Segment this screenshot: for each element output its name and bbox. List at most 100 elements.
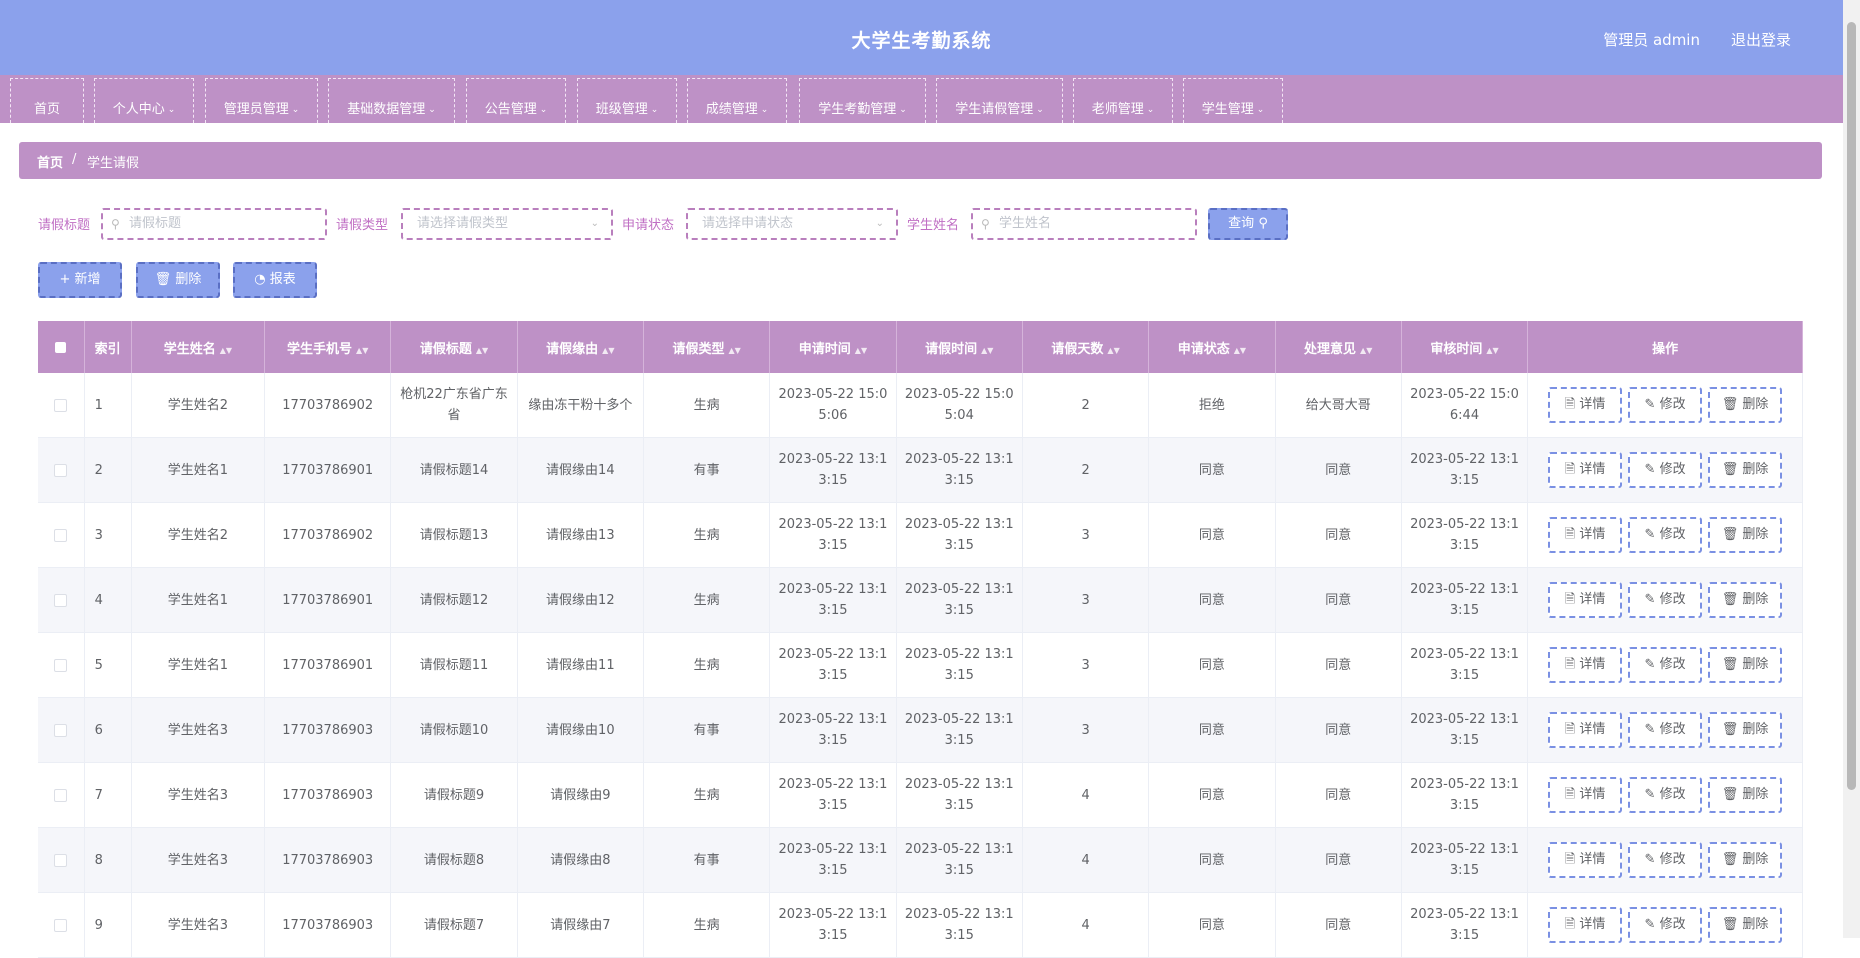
breadcrumb-current: 学生请假 — [87, 156, 140, 171]
table-row: 3 学生姓名2 17703786902 请假标题13 请假缘由13 生病 2023-05-2… — [38, 502, 1803, 568]
edit-button[interactable]: ✎ 修改 — [1628, 452, 1703, 488]
logout-link[interactable]: 退出登录 — [1731, 29, 1791, 50]
table-cell: 2023-05-22 13:13:15 — [896, 437, 1023, 503]
column-header-sortable[interactable]: 请假天数 ▲▼ — [1022, 321, 1150, 373]
detail-button[interactable]: 🗎 详情 — [1548, 517, 1623, 553]
student-name-placeholder: 学生姓名 — [999, 216, 1052, 231]
row-checkbox[interactable] — [38, 567, 85, 633]
row-checkbox[interactable] — [38, 373, 85, 438]
query-button[interactable]: 查询 ⚲ — [1208, 208, 1288, 240]
search-title-input[interactable]: ⚲ 请假标题 — [101, 208, 327, 240]
detail-button[interactable]: 🗎 详情 — [1548, 647, 1623, 683]
row-checkbox[interactable] — [38, 827, 85, 893]
trash-icon: 🗑 — [1721, 592, 1743, 607]
column-header-sortable[interactable]: 请假类型 ▲▼ — [643, 321, 771, 373]
document-icon: 🗎 — [1564, 917, 1580, 932]
column-header-sortable[interactable]: 请假缘由 ▲▼ — [517, 321, 644, 373]
breadcrumb-home[interactable]: 首页 — [37, 152, 63, 171]
column-header-sortable[interactable]: 申请状态 ▲▼ — [1148, 321, 1276, 373]
delete-button[interactable]: 🗑 删除 — [1708, 452, 1783, 488]
detail-button[interactable]: 🗎 详情 — [1548, 452, 1623, 488]
table-cell: 2023-05-22 15:06:44 — [1401, 373, 1529, 438]
nav-item-admin[interactable]: 管理员管理 ⌄ — [205, 78, 318, 123]
edit-button[interactable]: ✎ 修改 — [1628, 387, 1703, 423]
column-header-sortable[interactable]: 学生姓名 ▲▼ — [131, 321, 266, 373]
table-cell: 同意 — [1275, 437, 1402, 503]
document-icon: 🗎 — [1564, 397, 1580, 412]
detail-button[interactable]: 🗎 详情 — [1548, 712, 1623, 748]
nav-item-score[interactable]: 成绩管理 ⌄ — [687, 78, 787, 123]
row-checkbox[interactable] — [38, 437, 85, 503]
delete-button[interactable]: 🗑 删除 — [1708, 582, 1783, 618]
table-cell: 请假标题12 — [390, 567, 518, 633]
table-cell: 有事 — [643, 437, 771, 503]
nav-item-attendance[interactable]: 学生考勤管理 ⌄ — [799, 78, 926, 123]
column-header-sortable[interactable]: 请假时间 ▲▼ — [896, 321, 1023, 373]
page-scrollbar[interactable] — [1843, 0, 1860, 938]
row-checkbox[interactable] — [38, 632, 85, 698]
delete-button[interactable]: 🗑 删除 — [1708, 517, 1783, 553]
detail-button[interactable]: 🗎 详情 — [1548, 582, 1623, 618]
chevron-down-icon: ⌄ — [291, 105, 300, 115]
table-cell: 4 — [1022, 827, 1150, 893]
edit-button[interactable]: ✎ 修改 — [1628, 517, 1703, 553]
edit-button[interactable]: ✎ 修改 — [1628, 842, 1703, 878]
column-header-sortable[interactable]: 申请时间 ▲▼ — [769, 321, 897, 373]
table-cell: 2023-05-22 15:05:04 — [896, 373, 1023, 438]
table-cell: 学生姓名3 — [131, 697, 266, 763]
edit-button[interactable]: ✎ 修改 — [1628, 582, 1703, 618]
column-header-sortable[interactable]: 处理意见 ▲▼ — [1275, 321, 1402, 373]
add-button[interactable]: + 新增 — [38, 262, 122, 298]
nav-item-label: 管理员管理 — [223, 102, 289, 117]
table-header-row: 索引 学生姓名 ▲▼ 学生手机号 ▲▼ 请假标题 ▲▼ 请假缘由 ▲▼ 请假类型 ▲▼ 申… — [38, 321, 1803, 373]
nav-item-student[interactable]: 学生管理 ⌄ — [1183, 78, 1283, 123]
table-row: 1 学生姓名2 17703786902 枪机22广东省广东省 缘由冻干粉十多个 生病 202… — [38, 373, 1803, 438]
trash-icon: 🗑 — [1721, 917, 1743, 932]
leave-type-select[interactable]: 请选择请假类型 ⌄ — [401, 208, 613, 240]
report-button[interactable]: ◔ 报表 — [233, 262, 317, 298]
table-cell: 同意 — [1148, 762, 1276, 828]
nav-item-teacher[interactable]: 老师管理 ⌄ — [1073, 78, 1173, 123]
scrollbar-thumb[interactable] — [1847, 22, 1856, 790]
delete-button[interactable]: 🗑 删除 — [1708, 387, 1783, 423]
report-button-label: 报表 — [269, 272, 296, 287]
table-cell: 3 — [1022, 567, 1150, 633]
edit-button[interactable]: ✎ 修改 — [1628, 712, 1703, 748]
delete-button[interactable]: 🗑 删除 — [1708, 712, 1783, 748]
delete-button[interactable]: 🗑 删除 — [1708, 842, 1783, 878]
nav-item-leave[interactable]: 学生请假管理 ⌄ — [936, 78, 1063, 123]
nav-item-notice[interactable]: 公告管理 ⌄ — [466, 78, 566, 123]
student-name-input[interactable]: ⚲ 学生姓名 — [971, 208, 1197, 240]
column-header-sortable[interactable]: 请假标题 ▲▼ — [390, 321, 518, 373]
row-checkbox[interactable] — [38, 697, 85, 763]
row-checkbox[interactable] — [38, 502, 85, 568]
row-actions: 🗎 详情 ✎ 修改 🗑 删除 — [1527, 762, 1803, 828]
nav-item-home[interactable]: 首页 — [10, 78, 84, 123]
column-header-sortable[interactable]: 审核时间 ▲▼ — [1401, 321, 1529, 373]
trash-icon: 🗑 — [1721, 657, 1743, 672]
detail-button[interactable]: 🗎 详情 — [1548, 777, 1623, 813]
select-all-checkbox[interactable] — [38, 321, 85, 373]
row-actions: 🗎 详情 ✎ 修改 🗑 删除 — [1527, 632, 1803, 698]
nav-item-class[interactable]: 班级管理 ⌄ — [577, 78, 677, 123]
delete-button[interactable]: 🗑 删除 — [1708, 647, 1783, 683]
table-row: 7 学生姓名3 17703786903 请假标题9 请假缘由9 生病 2023-05-22 … — [38, 762, 1803, 828]
nav-item-base-data[interactable]: 基础数据管理 ⌄ — [328, 78, 455, 123]
detail-button[interactable]: 🗎 详情 — [1548, 842, 1623, 878]
apply-status-select[interactable]: 请选择申请状态 ⌄ — [686, 208, 898, 240]
table-cell: 生病 — [643, 632, 771, 698]
detail-button[interactable]: 🗎 详情 — [1548, 387, 1623, 423]
column-header-sortable[interactable]: 学生手机号 ▲▼ — [264, 321, 392, 373]
edit-button[interactable]: ✎ 修改 — [1628, 777, 1703, 813]
column-header-label: 审核时间 — [1430, 341, 1483, 357]
edit-button[interactable]: ✎ 修改 — [1628, 647, 1703, 683]
table-cell: 同意 — [1148, 567, 1276, 633]
delete-button[interactable]: 🗑 删除 — [1708, 777, 1783, 813]
row-checkbox[interactable] — [38, 892, 85, 958]
table-cell: 2 — [84, 437, 132, 503]
batch-delete-button[interactable]: 🗑 删除 — [136, 262, 220, 298]
row-checkbox[interactable] — [38, 762, 85, 828]
table-cell: 2023-05-22 13:13:15 — [769, 567, 897, 633]
sort-icon: ▲▼ — [981, 345, 994, 355]
nav-item-profile[interactable]: 个人中心 ⌄ — [94, 78, 194, 123]
